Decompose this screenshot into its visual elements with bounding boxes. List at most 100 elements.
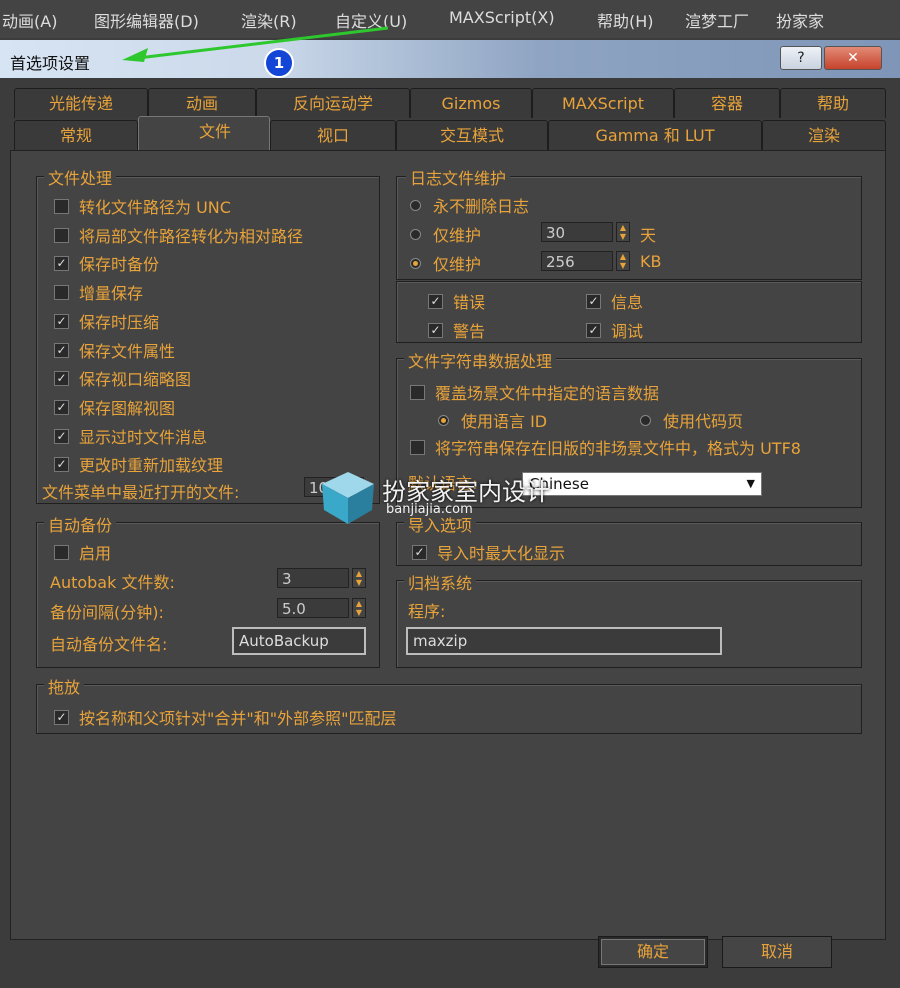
log-maintenance-title: 日志文件维护 <box>406 165 511 189</box>
log-keep-days[interactable]: 仅维护 <box>410 222 481 246</box>
match-layers-checkbox[interactable]: ✓ <box>54 710 69 725</box>
match-layers-label: 按名称和父项针对"合并"和"外部参照"匹配层 <box>79 709 397 728</box>
close-button[interactable]: ✕ <box>824 46 882 70</box>
file-option-checkbox[interactable] <box>54 285 69 301</box>
tab-viewports[interactable]: 视口 <box>270 120 396 150</box>
file-option-checkbox[interactable]: ✓ <box>54 428 69 444</box>
tab-interaction-mode[interactable]: 交互模式 <box>396 120 548 150</box>
file-option[interactable]: ✓ 保存时压缩 <box>54 309 159 333</box>
file-option[interactable]: 转化文件路径为 UNC <box>54 194 231 218</box>
file-option-label: 保存视口缩略图 <box>79 370 192 390</box>
override-language-checkbox[interactable] <box>410 385 425 400</box>
tab-rendering[interactable]: 渲染 <box>762 120 886 150</box>
tab-gamma-lut[interactable]: Gamma 和 LUT <box>548 120 762 150</box>
keep-days-unit: 天 <box>640 226 657 245</box>
debug-checkbox[interactable]: ✓ <box>586 323 601 338</box>
override-language-option[interactable]: 覆盖场景文件中指定的语言数据 <box>410 380 659 404</box>
file-option-checkbox[interactable]: ✓ <box>54 342 69 358</box>
ok-button[interactable]: 确定 <box>598 936 708 968</box>
keep-days-spinner[interactable]: ▲ ▼ <box>616 222 630 242</box>
use-language-id-radio[interactable] <box>438 415 449 426</box>
tab-help[interactable]: 帮助 <box>780 88 886 118</box>
keep-days-radio[interactable] <box>410 229 421 240</box>
tab-radiosity[interactable]: 光能传递 <box>14 88 148 118</box>
menu-maxscript[interactable]: MAXScript(X) <box>449 8 555 27</box>
log-debug-option[interactable]: ✓ 调试 <box>586 318 643 342</box>
error-checkbox[interactable]: ✓ <box>428 294 443 309</box>
file-option[interactable]: ✓ 显示过时文件消息 <box>54 424 207 448</box>
tab-maxscript[interactable]: MAXScript <box>532 88 674 118</box>
file-option-checkbox[interactable]: ✓ <box>54 399 69 415</box>
file-option[interactable]: ✓ 保存时备份 <box>54 251 159 275</box>
cancel-button[interactable]: 取消 <box>722 936 832 968</box>
autobackup-name-input[interactable]: AutoBackup <box>232 627 366 655</box>
import-maximize-checkbox[interactable]: ✓ <box>412 545 427 560</box>
never-delete-radio[interactable] <box>410 200 421 211</box>
file-option[interactable]: ✓ 保存文件属性 <box>54 338 175 362</box>
keep-kb-input[interactable]: 256 <box>541 251 613 271</box>
default-language-select[interactable]: Chinese ▼ <box>522 472 762 496</box>
info-checkbox[interactable]: ✓ <box>586 294 601 309</box>
file-option[interactable]: ✓ 保存图解视图 <box>54 395 175 419</box>
file-option-checkbox[interactable] <box>54 227 69 243</box>
log-error-option[interactable]: ✓ 错误 <box>428 289 485 313</box>
menu-help[interactable]: 帮助(H) <box>597 8 654 32</box>
archive-program-label: 程序: <box>408 602 446 621</box>
log-never-delete[interactable]: 永不删除日志 <box>410 193 529 217</box>
menu-xuanmeng[interactable]: 渲梦工厂 <box>685 8 749 32</box>
autobackup-enable-option[interactable]: 启用 <box>54 540 111 564</box>
use-codepage-radio[interactable] <box>640 415 651 426</box>
help-button[interactable]: ? <box>780 46 822 70</box>
import-maximize-option[interactable]: ✓ 导入时最大化显示 <box>412 540 565 564</box>
autobackup-count-spinner[interactable]: ▲ ▼ <box>352 568 366 588</box>
autobackup-count-input[interactable]: 3 <box>277 568 349 588</box>
save-utf8-option[interactable]: 将字符串保存在旧版的非场景文件中，格式为 UTF8 <box>410 435 801 459</box>
use-codepage-option[interactable]: 使用代码页 <box>640 408 743 432</box>
menu-banjiajia[interactable]: 扮家家 <box>776 8 824 32</box>
keep-kb-spinner[interactable]: ▲ ▼ <box>616 251 630 271</box>
use-language-id-option[interactable]: 使用语言 ID <box>438 408 547 432</box>
tab-ik[interactable]: 反向运动学 <box>256 88 410 118</box>
keep-days-input[interactable]: 30 <box>541 222 613 242</box>
file-option-checkbox[interactable] <box>54 199 69 214</box>
file-option[interactable]: ✓ 保存视口缩略图 <box>54 366 191 390</box>
menu-animation[interactable]: 动画(A) <box>2 8 57 32</box>
file-option-label: 保存时压缩 <box>79 312 160 332</box>
tab-containers[interactable]: 容器 <box>674 88 780 118</box>
tab-animation[interactable]: 动画 <box>148 88 256 118</box>
autobackup-count-label: Autobak 文件数: <box>50 573 175 592</box>
file-option[interactable]: 将局部文件路径转化为相对路径 <box>54 223 303 247</box>
keep-kb-unit: KB <box>640 252 662 271</box>
file-option-label: 保存时备份 <box>79 255 160 275</box>
warning-label: 警告 <box>453 322 486 341</box>
file-option[interactable]: ✓ 更改时重新加载纹理 <box>54 452 223 476</box>
log-info-option[interactable]: ✓ 信息 <box>586 289 643 313</box>
tab-files-label: 文件 <box>198 122 231 141</box>
file-option-label: 显示过时文件消息 <box>79 427 208 447</box>
match-layers-option[interactable]: ✓ 按名称和父项针对"合并"和"外部参照"匹配层 <box>54 705 396 729</box>
tab-general[interactable]: 常规 <box>14 120 138 150</box>
file-option-label: 保存图解视图 <box>79 398 176 418</box>
use-language-id-label: 使用语言 ID <box>461 412 548 431</box>
keep-days-label: 仅维护 <box>433 226 482 245</box>
tab-gizmos[interactable]: Gizmos <box>410 88 532 118</box>
autobackup-interval-spinner[interactable]: ▲ ▼ <box>352 598 366 618</box>
file-option-checkbox[interactable]: ✓ <box>54 256 69 272</box>
log-warning-option[interactable]: ✓ 警告 <box>428 318 485 342</box>
file-option-label: 将局部文件路径转化为相对路径 <box>79 226 304 246</box>
file-option-checkbox[interactable]: ✓ <box>54 313 69 329</box>
file-option-checkbox[interactable]: ✓ <box>54 457 69 473</box>
file-option[interactable]: 增量保存 <box>54 280 143 304</box>
file-option-checkbox[interactable]: ✓ <box>54 371 69 387</box>
file-option-label: 转化文件路径为 UNC <box>79 198 231 217</box>
autobackup-title: 自动备份 <box>44 512 117 536</box>
tab-files[interactable]: 文件 <box>138 116 270 150</box>
log-keep-kb[interactable]: 仅维护 <box>410 251 481 275</box>
archive-program-input[interactable]: maxzip <box>406 627 722 655</box>
autobackup-interval-input[interactable]: 5.0 <box>277 598 349 618</box>
autobackup-enable-checkbox[interactable] <box>54 545 69 560</box>
warning-checkbox[interactable]: ✓ <box>428 323 443 338</box>
keep-kb-radio[interactable] <box>410 258 421 269</box>
save-utf8-checkbox[interactable] <box>410 440 425 455</box>
never-delete-label: 永不删除日志 <box>433 197 530 216</box>
